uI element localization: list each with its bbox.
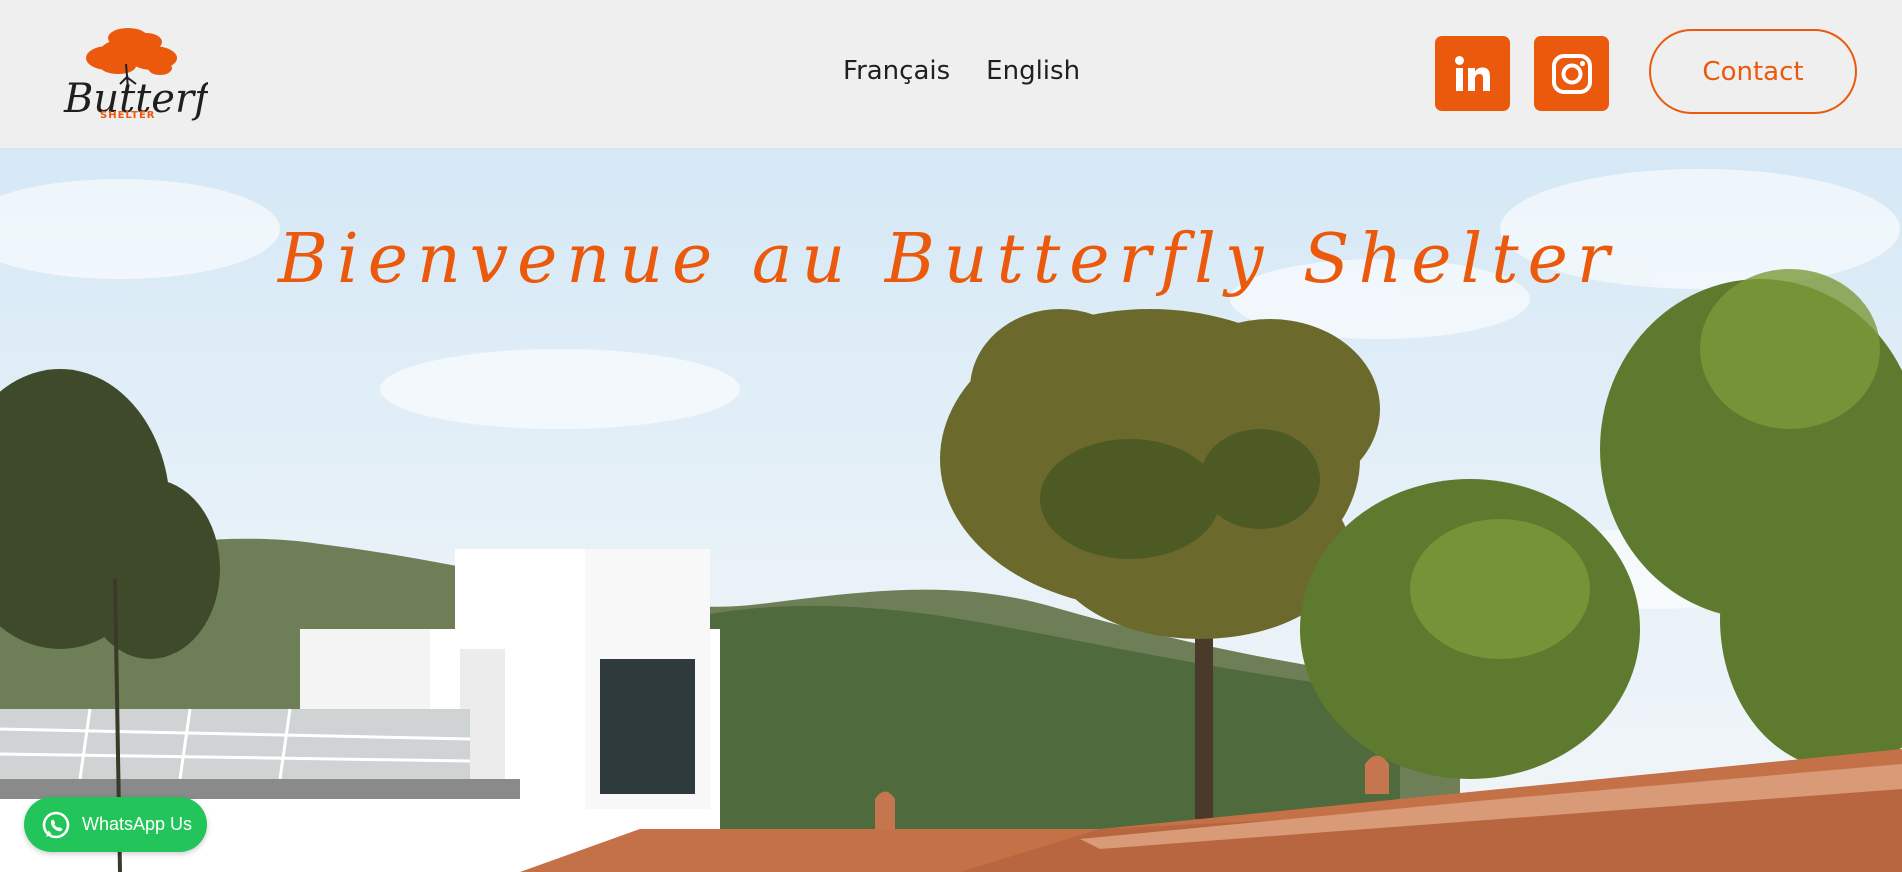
butterfly-shelter-logo[interactable]: Butterfly SHELTER: [58, 18, 208, 130]
language-nav: Français English: [843, 56, 1080, 86]
linkedin-icon: [1454, 55, 1490, 91]
site-header: Butterfly SHELTER Français English Conta…: [0, 0, 1902, 149]
nav-link-francais[interactable]: Français: [843, 56, 950, 86]
instagram-button[interactable]: [1534, 36, 1609, 111]
nav-link-english[interactable]: English: [986, 56, 1080, 86]
instagram-icon: [1551, 53, 1592, 94]
hero-title: Bienvenue au Butterfly Shelter: [278, 220, 1619, 299]
linkedin-button[interactable]: [1435, 36, 1510, 111]
contact-button-label: Contact: [1702, 56, 1804, 87]
contact-button[interactable]: Contact: [1649, 29, 1857, 114]
whatsapp-icon: [42, 811, 70, 838]
whatsapp-button[interactable]: WhatsApp Us: [24, 797, 207, 852]
logo-subtitle: SHELTER: [100, 110, 156, 121]
whatsapp-button-label: WhatsApp Us: [82, 814, 193, 834]
